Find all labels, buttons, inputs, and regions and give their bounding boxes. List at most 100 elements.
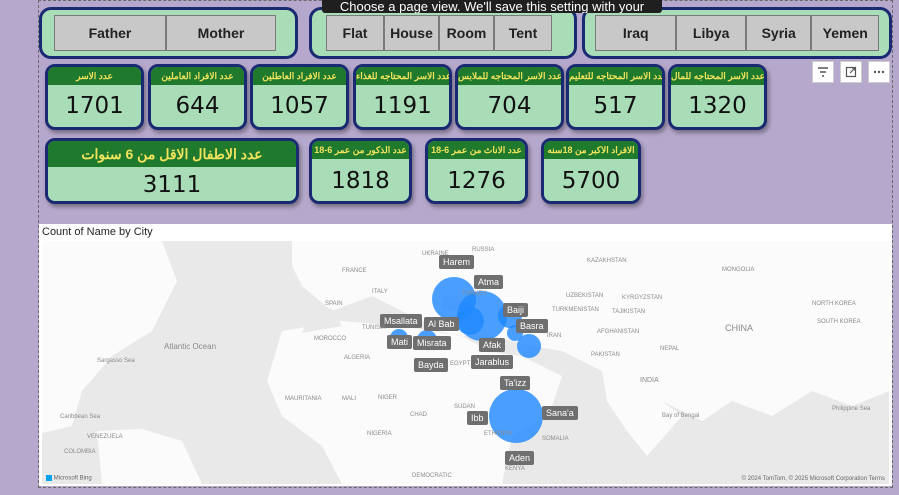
card-value: 5700	[561, 168, 621, 194]
card-label: عدد الاطفال الاقل من 6 سنوات	[48, 141, 296, 167]
slicer-option-room[interactable]: Room	[439, 15, 494, 51]
city-label-mati: Mati	[387, 335, 413, 349]
card-adults-over-18: الافراد الاكبر من 18سنه 5700	[541, 138, 641, 204]
map-provider-label: Microsoft Bing	[53, 476, 92, 482]
card-clothing-need: عدد الاسر المحتاجه للملابس 704	[455, 64, 564, 130]
map-provider-logo: Microsoft Bing	[46, 475, 92, 482]
slicer-option-flat[interactable]: Flat	[326, 15, 384, 51]
map-geo-label: Philippine Sea	[832, 406, 871, 412]
map-geo-label: UZBEKISTAN	[566, 293, 604, 299]
more-options-icon[interactable]	[868, 61, 890, 83]
card-label: عدد الاسر المحتاجه للغذاء	[356, 67, 449, 85]
city-label-taizz: Ta'izz	[500, 376, 531, 390]
card-children-under-6: عدد الاطفال الاقل من 6 سنوات 3111	[45, 138, 299, 204]
city-label-bayda: Bayda	[414, 358, 448, 372]
map-geo-label: MONGOLIA	[722, 267, 755, 273]
city-label-msallata: Msallata	[380, 314, 422, 328]
map-geo-label: DEMOCRATIC	[412, 473, 452, 479]
card-value: 1701	[65, 93, 124, 119]
card-value: 644	[175, 93, 220, 119]
focus-mode-icon[interactable]	[840, 61, 862, 83]
map-geo-label: Sargasso Sea	[97, 358, 135, 364]
slicer-option-iraq[interactable]: Iraq	[595, 15, 677, 51]
card-label: عدد الذكور من عمر 6-18	[312, 141, 409, 159]
card-working-members: عدد الافراد العاملين 644	[148, 64, 247, 130]
card-females-6-18: عدد الاناث من عمر 6-18 1276	[425, 138, 528, 204]
map-geo-label: NIGER	[378, 395, 398, 401]
card-education-need: عدد الاسر المحتاجه للتعليم 517	[566, 64, 665, 130]
map-geo-label: FRANCE	[342, 268, 367, 274]
slicer-option-libya[interactable]: Libya	[676, 15, 746, 51]
card-label: عدد الافراد العاملين	[151, 67, 244, 85]
map-geo-label: MAURITANIA	[285, 396, 322, 402]
map-geo-label: CHINA	[725, 323, 754, 333]
city-label-harem: Harem	[439, 255, 475, 269]
map-geo-label: TUNISIA	[362, 325, 386, 331]
card-money-need: عدد الاسر المحتاجه للمال 1320	[668, 64, 767, 130]
map-geo-label: KAZAKHSTAN	[587, 258, 627, 264]
map-geo-label: SOUTH KOREA	[817, 319, 861, 325]
map-geo-label: MALI	[342, 396, 357, 402]
card-value: 517	[593, 93, 638, 119]
city-label-al-bab: Al Bab	[424, 317, 459, 331]
map-geo-label: RUSSIA	[472, 247, 495, 253]
map-geo-label: ALGERIA	[344, 355, 371, 361]
map-geo-label: AFGHANISTAN	[597, 329, 640, 335]
card-unemployed-members: عدد الافراد العاطلين 1057	[250, 64, 349, 130]
map-geo-label: Bay of Bengal	[662, 413, 700, 419]
map-canvas[interactable]: Harem Atma Baiji Basra Msallata Al Bab M…	[42, 241, 889, 484]
map-geo-label: ITALY	[372, 289, 388, 295]
map-geo-label: SOMALIA	[542, 436, 569, 442]
card-value: 704	[487, 93, 532, 119]
card-families: عدد الاسر 1701	[45, 64, 144, 130]
card-value: 3111	[142, 172, 202, 198]
map-geo-label: SPAIN	[325, 301, 343, 307]
card-label: عدد الاسر المحتاجه للمال	[671, 67, 764, 85]
map-geo-label: PAKISTAN	[591, 352, 620, 358]
map-geo-label: TURKMENISTAN	[552, 307, 599, 313]
slicer-option-yemen[interactable]: Yemen	[811, 15, 880, 51]
map-geo-label: MOROCCO	[314, 336, 346, 342]
filter-icon[interactable]	[812, 61, 834, 83]
card-label: الافراد الاكبر من 18سنه	[544, 141, 638, 159]
visual-title: Count of Name by City	[42, 226, 153, 238]
slicer-option-mother[interactable]: Mother	[166, 15, 276, 51]
city-label-aden: Aden	[505, 451, 535, 465]
city-label-sanaa: Sana'a	[542, 406, 578, 420]
slicer-option-father[interactable]: Father	[54, 15, 166, 51]
city-label-baiji: Baiji	[503, 303, 529, 317]
card-label: عدد الاناث من عمر 6-18	[428, 141, 525, 159]
card-food-need: عدد الاسر المحتاجه للغذاء 1191	[353, 64, 452, 130]
housing-slicer: Flat House Room Tent	[309, 7, 577, 59]
card-value: 1057	[270, 93, 329, 119]
slicer-option-tent[interactable]: Tent	[494, 15, 552, 51]
city-label-basra: Basra	[516, 319, 548, 333]
map-geo-label: NORTH KOREA	[812, 301, 856, 307]
city-label-misrata: Misrata	[413, 336, 451, 350]
city-label-afak: Afak	[479, 338, 506, 352]
card-label: عدد الاسر	[48, 67, 141, 85]
map-geo-label: ETHIOPIA	[484, 431, 513, 437]
map-geo-label: EGYPT	[450, 361, 471, 367]
city-label-ibb: Ibb	[467, 411, 488, 425]
slicer-option-syria[interactable]: Syria	[745, 15, 812, 51]
city-label-jarablus: Jarablus	[471, 355, 514, 369]
map-geo-label: KYRGYZSTAN	[622, 295, 663, 301]
country-slicer: Iraq Libya Syria Yemen	[582, 7, 892, 59]
map-geo-label: CHAD	[410, 412, 428, 418]
map-geo-label: TURKEY	[462, 291, 487, 297]
card-label: عدد الاسر المحتاجه للتعليم	[569, 67, 662, 85]
card-value: 1191	[373, 93, 432, 119]
map-geo-label: COLOMBIA	[64, 449, 96, 455]
map-geo-label: INDIA	[640, 377, 659, 384]
map-geo-label: IRAN	[547, 333, 562, 339]
card-label: عدد الافراد العاطلين	[253, 67, 346, 85]
map-geo-label: KENYA	[505, 466, 525, 472]
slicer-option-house[interactable]: House	[384, 15, 439, 51]
map-attribution: © 2024 TomTom, © 2025 Microsoft Corporat…	[741, 476, 885, 482]
map-geo-label: Caribbean Sea	[60, 414, 101, 420]
map-geo-label: NEPAL	[660, 346, 680, 352]
map-visual: Count of Name by City Harem Atma Baiji B…	[39, 224, 892, 486]
card-value: 1276	[447, 168, 506, 194]
card-label: عدد الاسر المحتاجه للملابس	[458, 67, 561, 85]
